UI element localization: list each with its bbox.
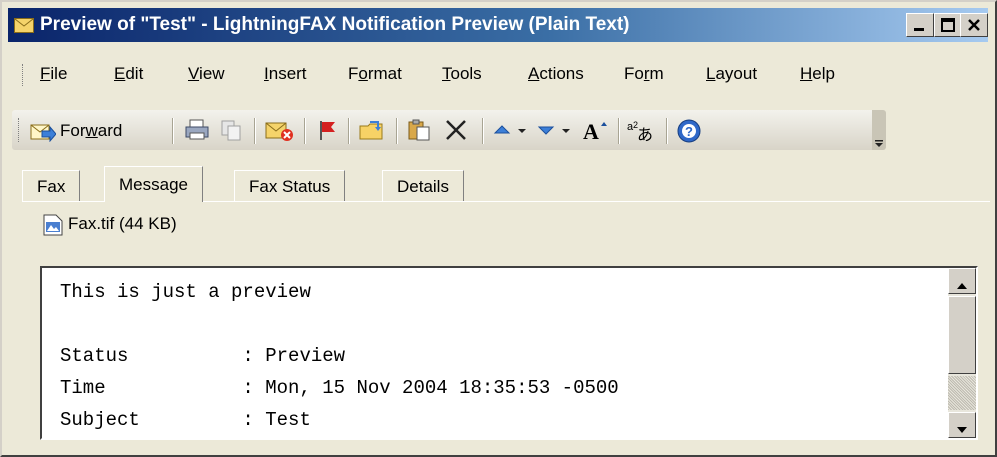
move-to-folder-button[interactable]	[358, 118, 388, 144]
minimize-button[interactable]	[906, 13, 934, 37]
mark-unread-icon	[264, 122, 294, 146]
mark-unread-button[interactable]	[264, 118, 296, 144]
envelope-icon	[14, 17, 34, 33]
menu-tools[interactable]: Tools	[442, 64, 482, 84]
message-line: This is just a preview	[60, 281, 311, 303]
tab-fax-status[interactable]: Fax Status	[234, 170, 346, 202]
svg-text:?: ?	[685, 124, 693, 139]
menu-form[interactable]: Form	[624, 64, 664, 84]
copy-icon	[218, 120, 244, 146]
delete-button[interactable]	[444, 118, 470, 144]
toolbar-separator	[482, 118, 484, 144]
message-line: Status : Preview	[60, 345, 346, 367]
svg-text:あ: あ	[637, 125, 653, 142]
menu-file[interactable]: File	[40, 64, 67, 84]
encoding-icon: a2あ	[626, 120, 656, 146]
scroll-thumb[interactable]	[948, 296, 976, 374]
scroll-down-button[interactable]	[948, 412, 976, 438]
menu-view[interactable]: View	[188, 64, 225, 84]
message-body[interactable]: This is just a preview Status : Preview Ti…	[40, 266, 978, 440]
font-size-icon: A	[582, 119, 608, 146]
help-icon: ?	[676, 119, 702, 148]
toolbar-options-icon	[874, 134, 884, 154]
delete-icon	[444, 120, 468, 146]
menu-actions[interactable]: Actions	[528, 64, 584, 84]
message-line: Time : Mon, 15 Nov 2004 18:35:53 -0500	[60, 377, 619, 399]
next-item-dropdown[interactable]	[560, 118, 574, 144]
previous-item-icon	[492, 125, 512, 146]
menu-help[interactable]: Help	[800, 64, 835, 84]
next-item-button[interactable]	[536, 118, 558, 144]
application-window: Preview of "Test" - LightningFAX Notific…	[0, 0, 997, 457]
menu-format[interactable]: Format	[348, 64, 402, 84]
scroll-track[interactable]	[948, 376, 976, 410]
font-size-button[interactable]: A	[582, 118, 610, 144]
tab-strip: Fax Message Fax Status Details	[22, 166, 992, 202]
forward-button[interactable]: Forward	[26, 118, 166, 144]
message-line: Subject : Test	[60, 409, 311, 431]
toolbar-separator	[396, 118, 398, 144]
tab-details[interactable]: Details	[382, 170, 464, 202]
svg-text:A: A	[583, 119, 599, 142]
toolbar-grip[interactable]	[18, 118, 22, 142]
standard-toolbar: Forward A a 2 あ ?	[12, 110, 878, 150]
previous-item-button[interactable]	[492, 118, 514, 144]
flag-button[interactable]	[316, 118, 342, 144]
toolbar-overflow-button[interactable]	[872, 110, 886, 150]
move-to-folder-icon	[358, 121, 386, 146]
chevron-down-icon	[516, 127, 528, 146]
encoding-button[interactable]: a2あ	[626, 118, 658, 144]
attachment-label: Fax.tif (44 KB)	[68, 214, 177, 233]
flag-icon	[316, 121, 340, 146]
tab-fax[interactable]: Fax	[22, 170, 81, 202]
vertical-scrollbar[interactable]	[948, 268, 976, 438]
window-title: Preview of "Test" - LightningFAX Notific…	[40, 14, 630, 35]
menu-bar: File Edit View Insert Format Tools Actio…	[8, 60, 988, 90]
title-bar[interactable]: Preview of "Test" - LightningFAX Notific…	[8, 8, 988, 42]
print-icon	[184, 119, 210, 146]
next-item-icon	[536, 126, 556, 146]
chevron-down-icon	[560, 127, 572, 146]
copy-button[interactable]	[218, 118, 246, 144]
arrow-up-icon	[956, 276, 968, 296]
paste-button[interactable]	[406, 118, 434, 144]
toolbar-separator	[666, 118, 668, 144]
print-button[interactable]	[184, 118, 212, 144]
toolbar-separator	[254, 118, 256, 144]
close-button[interactable]	[960, 13, 988, 37]
menu-bar-grip[interactable]	[22, 64, 26, 86]
menu-edit[interactable]: Edit	[114, 64, 143, 84]
toolbar-separator	[618, 118, 620, 144]
help-button[interactable]: ?	[676, 118, 704, 144]
menu-layout[interactable]: Layout	[706, 64, 757, 84]
toolbar-separator	[348, 118, 350, 144]
toolbar-separator	[172, 118, 174, 144]
message-line	[60, 308, 619, 340]
paste-icon	[406, 119, 432, 146]
scroll-up-button[interactable]	[948, 268, 976, 294]
previous-item-dropdown[interactable]	[516, 118, 530, 144]
maximize-button[interactable]	[934, 13, 962, 37]
message-text: This is just a preview Status : Preview Ti…	[60, 276, 619, 436]
menu-insert[interactable]: Insert	[264, 64, 307, 84]
tif-file-icon	[42, 214, 64, 241]
forward-icon	[30, 120, 57, 147]
arrow-down-icon	[956, 420, 968, 440]
tab-message[interactable]: Message	[104, 166, 203, 202]
toolbar-separator	[304, 118, 306, 144]
